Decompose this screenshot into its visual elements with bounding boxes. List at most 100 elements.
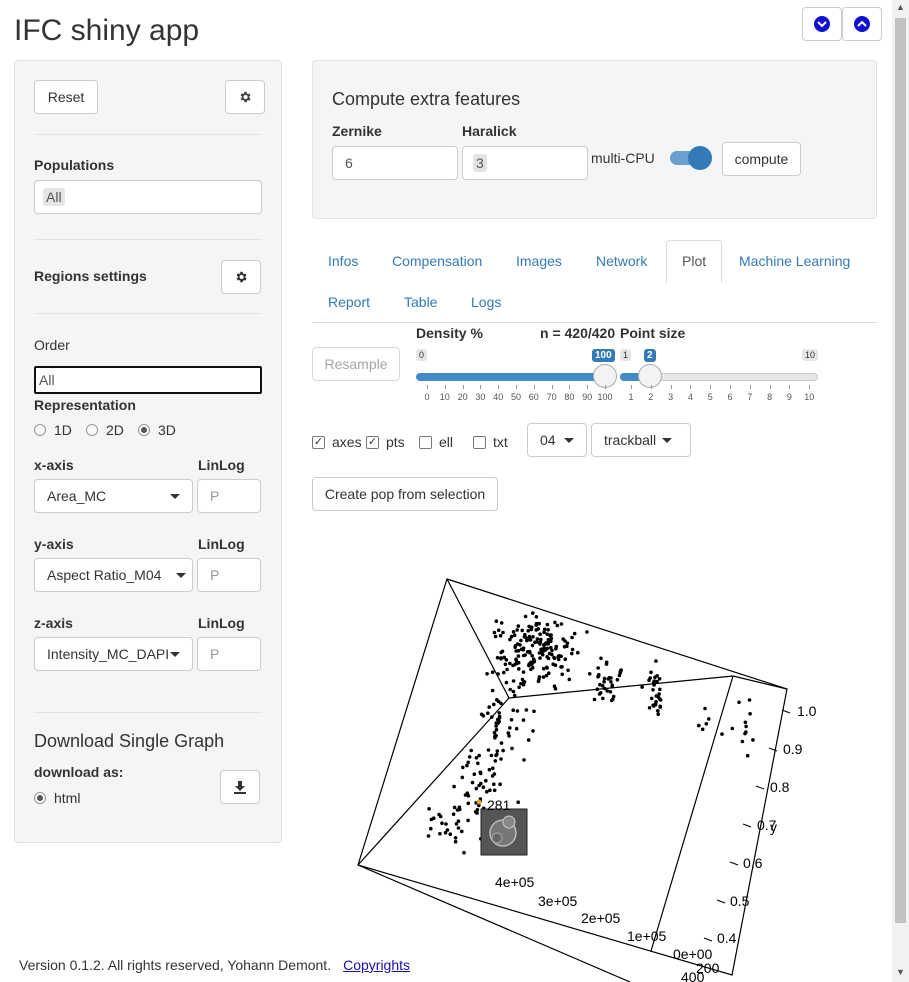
y-linlog-input[interactable]: P: [197, 558, 261, 592]
order-input[interactable]: All: [34, 366, 262, 394]
scatter-point: [511, 679, 516, 683]
radio-1d[interactable]: [34, 424, 46, 436]
scatter-point: [552, 684, 557, 688]
scatter-point: [555, 623, 560, 628]
density-tick-label: 0: [424, 392, 430, 402]
divider: [34, 239, 262, 240]
scatter-point: [456, 819, 461, 823]
scatter-point: [499, 701, 503, 706]
download-button[interactable]: [220, 770, 260, 804]
tab-infos[interactable]: Infos: [328, 253, 358, 269]
view-select[interactable]: 04: [527, 423, 587, 457]
tab-machine-learning[interactable]: Machine Learning: [739, 253, 850, 269]
x-tick-label: 1e+05: [627, 928, 667, 944]
scatter-point: [737, 700, 741, 705]
reset-button[interactable]: Reset: [34, 80, 98, 114]
y-tick-mark: [742, 823, 752, 828]
haralick-input[interactable]: 3: [462, 146, 588, 180]
density-label: Density %: [416, 325, 483, 341]
resample-button[interactable]: Resample: [312, 347, 400, 381]
x-linlog-input[interactable]: P: [197, 479, 261, 513]
zernike-input[interactable]: 6: [332, 146, 458, 180]
z-linlog-input[interactable]: P: [197, 637, 261, 671]
point-tick-label: 7: [747, 392, 753, 402]
scatter-point: [747, 698, 752, 702]
scatter-point: [457, 805, 462, 810]
scatter-point: [448, 832, 453, 836]
scatter-point: [503, 662, 508, 667]
scatter-point: [531, 611, 535, 615]
multicpu-toggle[interactable]: [668, 146, 714, 170]
scatter-point: [476, 761, 480, 766]
scroll-up-arrow-icon[interactable]: ▲: [896, 2, 905, 12]
compute-button[interactable]: compute: [722, 142, 801, 176]
scatter-point: [535, 640, 539, 644]
scatter-point: [504, 658, 509, 662]
x-tick-label: 4e+05: [495, 874, 535, 890]
point-label: 281: [487, 797, 511, 813]
populations-select[interactable]: All: [34, 180, 262, 214]
x-tick-label: 2e+05: [581, 910, 621, 926]
settings-button[interactable]: [225, 80, 265, 114]
populations-chip[interactable]: All: [43, 188, 65, 206]
scatter-point: [610, 684, 614, 689]
x-axis-select[interactable]: Area_MC: [34, 479, 193, 513]
scatter-point: [647, 706, 652, 710]
scatter-point: [452, 784, 456, 789]
pts-checkbox[interactable]: ✓: [366, 436, 379, 449]
point-tick-mark: [789, 385, 791, 389]
download-title: Download Single Graph: [34, 731, 225, 751]
scroll-down-arrow-icon[interactable]: ▼: [896, 967, 905, 977]
ell-checkbox[interactable]: [419, 436, 432, 449]
tab-compensation[interactable]: Compensation: [392, 253, 482, 269]
regions-settings-button[interactable]: [221, 260, 261, 294]
y-tick-mark: [729, 861, 739, 866]
scatter-point: [538, 656, 542, 660]
scatter-point: [497, 716, 502, 720]
radio-3d[interactable]: [138, 424, 150, 436]
axes-checkbox[interactable]: ✓: [312, 436, 325, 449]
scatter-point: [744, 730, 748, 734]
tab-report[interactable]: Report: [328, 294, 370, 310]
density-tick-label: 90: [582, 392, 593, 402]
scatter-point: [592, 697, 597, 702]
scatter-point: [531, 635, 535, 639]
scatter-point: [489, 753, 494, 758]
collapse-button[interactable]: [802, 7, 842, 41]
density-min-badge: 0: [416, 349, 428, 361]
point-tick-mark: [809, 385, 811, 389]
y-axis-select[interactable]: Aspect Ratio_M04: [34, 558, 193, 592]
tab-network[interactable]: Network: [596, 253, 647, 269]
scatter-point: [524, 708, 529, 712]
mouse-mode-select[interactable]: trackball: [591, 423, 691, 457]
txt-checkbox[interactable]: [473, 436, 486, 449]
density-tick-mark: [462, 385, 464, 389]
scatter-point: [606, 677, 611, 681]
scatter-point: [707, 717, 711, 721]
radio-2d[interactable]: [86, 424, 98, 436]
copyrights-link[interactable]: Copyrights: [343, 957, 410, 973]
radio-html[interactable]: [34, 792, 46, 804]
density-tick-mark: [427, 385, 428, 389]
plot-3d[interactable]: 281 1.0 0.9 0.8 0.7 y 0.6 0.5 0.4 4e+05 …: [312, 540, 890, 982]
scatter-point: [490, 774, 495, 778]
divider: [34, 134, 262, 135]
density-slider-track[interactable]: [416, 373, 606, 381]
scatter-point: [602, 680, 606, 684]
scatter-point: [748, 712, 752, 716]
scatter-point: [508, 687, 512, 692]
n-count-label: n = 420/420: [540, 325, 616, 341]
expand-button[interactable]: [842, 7, 882, 41]
scatter-point: [466, 760, 471, 765]
tab-table[interactable]: Table: [404, 294, 437, 310]
tab-logs[interactable]: Logs: [471, 294, 501, 310]
tab-images[interactable]: Images: [516, 253, 562, 269]
scatter-point: [477, 783, 481, 788]
create-pop-button[interactable]: Create pop from selection: [312, 477, 498, 511]
page-scrollbar[interactable]: ▲ ▼: [892, 0, 909, 982]
z-axis-select[interactable]: Intensity_MC_DAPI: [34, 637, 193, 671]
scatter-point: [460, 829, 464, 834]
scrollbar-thumb[interactable]: [895, 18, 906, 923]
density-tick-mark: [605, 385, 606, 389]
density-value-badge: 100: [592, 349, 615, 362]
